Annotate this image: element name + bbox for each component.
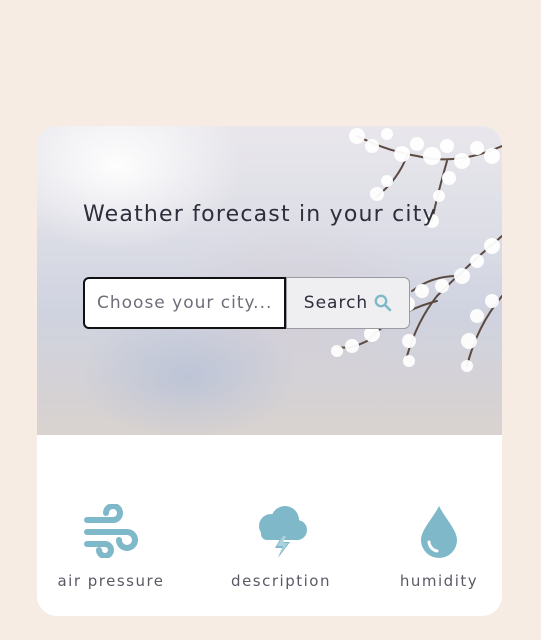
search-button[interactable]: Search <box>286 277 410 329</box>
stat-humidity: humidity <box>374 504 502 590</box>
storm-cloud-icon <box>259 506 307 558</box>
weather-card: Weather forecast in your city Search air… <box>37 126 502 616</box>
page-title: Weather forecast in your city <box>83 202 437 227</box>
search-form: Search <box>83 277 410 329</box>
search-button-label: Search <box>303 293 369 313</box>
stat-description: description <box>216 504 346 590</box>
stat-air-pressure: air pressure <box>46 504 176 590</box>
hero-banner: Weather forecast in your city Search <box>37 126 502 435</box>
water-drop-icon <box>421 506 457 558</box>
stat-label: air pressure <box>57 572 165 590</box>
stat-label: description <box>231 572 331 590</box>
city-search-input[interactable] <box>83 277 286 329</box>
stat-label: humidity <box>399 572 479 590</box>
wind-icon <box>84 504 138 558</box>
search-icon <box>374 294 392 312</box>
